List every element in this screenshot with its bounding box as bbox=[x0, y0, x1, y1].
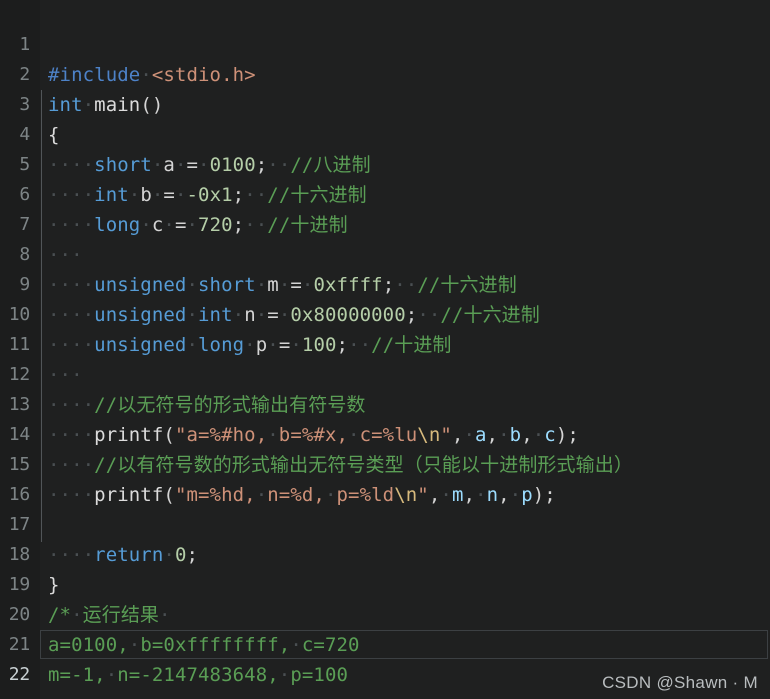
code-line[interactable]: 10 ····unsigned·long·p·=·100;··//十进制 bbox=[0, 270, 770, 356]
code-line[interactable]: 14 ····//以有符号数的形式输出无符号类型（只能以十进制形式输出） bbox=[0, 390, 770, 476]
code-content-area[interactable]: 1 #include·<stdio.h> 2 int·main() 3 { 4 … bbox=[0, 0, 770, 699]
code-line[interactable]: 20 a=0100,·b=0xffffffff,·c=720 bbox=[0, 570, 770, 656]
active-line-highlight bbox=[40, 630, 768, 659]
code-line[interactable]: 1 #include·<stdio.h> bbox=[0, 0, 770, 86]
line-number: 22 bbox=[8, 664, 30, 685]
code-line[interactable]: 12 ····//以无符号的形式输出有符号数 bbox=[0, 330, 770, 416]
code-line[interactable]: 2 int·main() bbox=[0, 30, 770, 116]
code-line[interactable]: 16 bbox=[0, 450, 770, 505]
code-line[interactable]: 13 ····printf("a=%#ho,·b=%#x,·c=%lu\n",·… bbox=[0, 360, 770, 446]
code-editor[interactable]: 1 #include·<stdio.h> 2 int·main() 3 { 4 … bbox=[0, 0, 770, 699]
code-line-active[interactable]: 22 */ bbox=[0, 630, 770, 685]
whitespace-dot: · bbox=[105, 664, 118, 686]
code-line[interactable]: 15 ····printf("m=%hd,·n=%d,·p=%ld\n",·m,… bbox=[0, 420, 770, 506]
code-line[interactable]: 7 ··· bbox=[0, 180, 770, 266]
code-line[interactable]: 3 { bbox=[0, 60, 770, 146]
code-line[interactable]: 18 } bbox=[0, 510, 770, 596]
code-line[interactable]: 6 ····long·c·=·720;··//十进制 bbox=[0, 150, 770, 236]
code-line[interactable]: 11 ··· bbox=[0, 300, 770, 386]
code-line[interactable]: 8 ····unsigned·short·m·=·0xffff;··//十六进制 bbox=[0, 210, 770, 296]
token-comment: n=-2147483648, bbox=[117, 664, 279, 686]
token-comment: p=100 bbox=[290, 664, 349, 686]
line-source: m=-1,·n=-2147483648,·p=100 bbox=[40, 660, 348, 690]
code-line[interactable]: 17 ····return·0; bbox=[0, 480, 770, 566]
code-line[interactable]: 5 ····int·b·=·-0x1;··//十六进制 bbox=[0, 120, 770, 206]
whitespace-dot: · bbox=[278, 664, 291, 686]
code-line[interactable]: 19 /*·运行结果· bbox=[0, 540, 770, 626]
code-line[interactable]: 4 ····short·a·=·0100;··//八进制 bbox=[0, 90, 770, 176]
watermark-text: CSDN @Shawn · M bbox=[602, 673, 758, 692]
code-line[interactable]: 21 m=-1,·n=-2147483648,·p=100 bbox=[0, 600, 770, 686]
code-line[interactable]: 9 ····unsigned·int·n·=·0x80000000;··//十六… bbox=[0, 240, 770, 326]
